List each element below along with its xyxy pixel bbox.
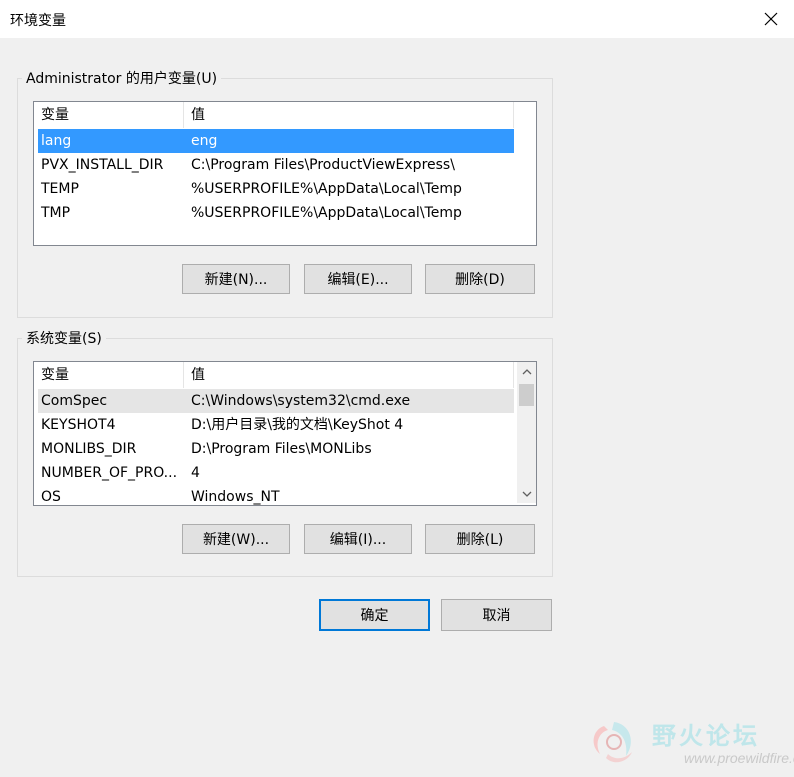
list-header: 变量 值 bbox=[34, 102, 514, 128]
scroll-down-button[interactable] bbox=[517, 484, 536, 503]
variable-name: OS bbox=[41, 489, 61, 505]
window-title: 环境变量 bbox=[10, 13, 66, 29]
scroll-thumb[interactable] bbox=[519, 384, 534, 406]
column-header-value[interactable]: 值 bbox=[184, 102, 514, 128]
variable-name: PVX_INSTALL_DIR bbox=[41, 157, 164, 173]
table-row[interactable]: KEYSHOT4 D:\用户目录\我的文档\KeyShot 4 bbox=[34, 413, 514, 437]
vertical-scrollbar[interactable] bbox=[517, 362, 536, 503]
variable-value: Windows_NT bbox=[191, 489, 280, 505]
close-icon bbox=[764, 12, 778, 26]
scroll-up-button[interactable] bbox=[517, 362, 536, 381]
variable-value: %USERPROFILE%\AppData\Local\Temp bbox=[191, 205, 462, 221]
variable-value: D:\用户目录\我的文档\KeyShot 4 bbox=[191, 417, 404, 433]
system-delete-button[interactable]: 删除(L) bbox=[425, 524, 535, 554]
cancel-button[interactable]: 取消 bbox=[441, 599, 552, 631]
system-edit-button[interactable]: 编辑(I)... bbox=[304, 524, 412, 554]
table-row[interactable]: MONLIBS_DIR D:\Program Files\MONLibs bbox=[34, 437, 514, 461]
list-header: 变量 值 bbox=[34, 362, 514, 388]
variable-name: TEMP bbox=[41, 181, 79, 197]
table-row[interactable]: ComSpec C:\Windows\system32\cmd.exe bbox=[38, 389, 514, 413]
chevron-up-icon bbox=[522, 368, 531, 374]
watermark-url: www.proewildfire.cn bbox=[684, 750, 794, 766]
table-row[interactable]: OS Windows_NT bbox=[34, 485, 514, 505]
variable-name: MONLIBS_DIR bbox=[41, 441, 137, 457]
system-new-button[interactable]: 新建(W)... bbox=[182, 524, 290, 554]
user-variables-list[interactable]: 变量 值 lang eng PVX_INSTALL_DIR C:\Program… bbox=[33, 101, 537, 246]
table-row[interactable]: PVX_INSTALL_DIR C:\Program Files\Product… bbox=[34, 153, 514, 177]
user-new-button[interactable]: 新建(N)... bbox=[182, 264, 290, 294]
table-row[interactable]: TMP %USERPROFILE%\AppData\Local\Temp bbox=[34, 201, 514, 225]
variable-value: 4 bbox=[191, 465, 200, 481]
system-variables-label: 系统变量(S) bbox=[26, 331, 102, 347]
watermark: 野火论坛 www.proewildfire.cn bbox=[582, 710, 794, 777]
column-header-variable[interactable]: 变量 bbox=[34, 102, 184, 128]
variable-value: C:\Windows\system32\cmd.exe bbox=[191, 393, 411, 409]
variable-value: %USERPROFILE%\AppData\Local\Temp bbox=[191, 181, 462, 197]
variable-name: NUMBER_OF_PRO... bbox=[41, 465, 178, 481]
column-header-variable[interactable]: 变量 bbox=[34, 362, 184, 388]
system-variables-list[interactable]: 变量 值 ComSpec C:\Windows\system32\cmd.exe… bbox=[33, 361, 537, 506]
user-edit-button[interactable]: 编辑(E)... bbox=[304, 264, 412, 294]
watermark-logo-icon bbox=[593, 722, 632, 763]
variable-value: eng bbox=[191, 133, 218, 149]
table-row[interactable]: lang eng bbox=[38, 129, 514, 153]
close-button[interactable] bbox=[748, 0, 794, 38]
chevron-down-icon bbox=[522, 491, 531, 497]
variable-name: TMP bbox=[41, 205, 71, 221]
table-row[interactable]: TEMP %USERPROFILE%\AppData\Local\Temp bbox=[34, 177, 514, 201]
watermark-title: 野火论坛 bbox=[652, 722, 760, 750]
variable-name: KEYSHOT4 bbox=[41, 417, 116, 433]
table-row[interactable]: NUMBER_OF_PRO... 4 bbox=[34, 461, 514, 485]
user-delete-button[interactable]: 删除(D) bbox=[425, 264, 535, 294]
variable-value: C:\Program Files\ProductViewExpress\ bbox=[191, 157, 455, 173]
column-header-value[interactable]: 值 bbox=[184, 362, 514, 388]
variable-name: ComSpec bbox=[41, 393, 108, 409]
user-variables-label: Administrator 的用户变量(U) bbox=[26, 71, 218, 87]
title-bar: 环境变量 bbox=[0, 0, 794, 38]
variable-value: D:\Program Files\MONLibs bbox=[191, 441, 372, 457]
ok-button[interactable]: 确定 bbox=[319, 599, 430, 631]
variable-name: lang bbox=[41, 133, 72, 149]
